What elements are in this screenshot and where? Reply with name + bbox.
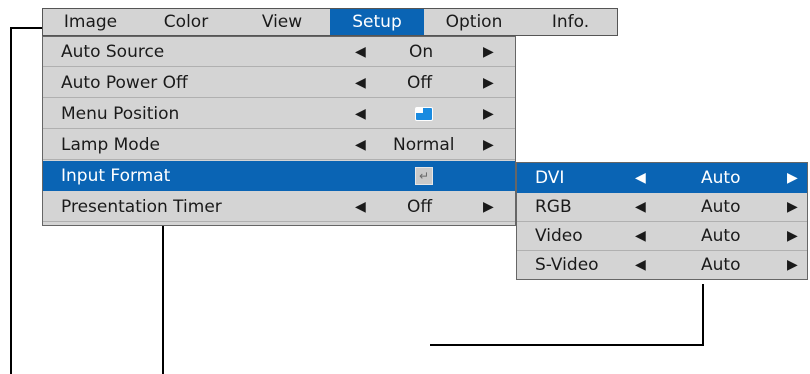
tab-option[interactable]: Option — [424, 9, 524, 35]
submenu-item-label: Video — [535, 226, 583, 246]
menu-item-value: On — [409, 42, 434, 62]
menu-item-auto-source[interactable]: Auto Source ◀ On ▶ — [43, 37, 515, 67]
menu-item-value: Off — [407, 73, 433, 93]
right-arrow-icon[interactable]: ▶ — [787, 199, 798, 215]
menu-item-label: Menu Position — [61, 104, 180, 124]
right-arrow-icon[interactable]: ▶ — [483, 199, 494, 215]
tab-setup-label: Setup — [352, 12, 402, 32]
right-arrow-icon[interactable]: ▶ — [787, 170, 798, 186]
right-arrow-icon[interactable]: ▶ — [787, 257, 798, 273]
left-arrow-icon[interactable]: ◀ — [355, 75, 366, 91]
submenu-item-label: RGB — [535, 197, 572, 217]
left-arrow-icon[interactable]: ◀ — [355, 44, 366, 60]
submenu-item-dvi[interactable]: DVI ◀ Auto ▶ — [517, 163, 807, 193]
enter-icon[interactable]: ↵ — [415, 167, 433, 185]
menu-item-lamp-mode[interactable]: Lamp Mode ◀ Normal ▶ — [43, 130, 515, 160]
menu-bar: Image Color View Setup Option Info. — [42, 8, 618, 36]
left-arrow-icon[interactable]: ◀ — [635, 199, 646, 215]
menu-position-icon — [415, 107, 433, 121]
right-arrow-icon[interactable]: ▶ — [483, 75, 494, 91]
menu-item-menu-position[interactable]: Menu Position ◀ ▶ — [43, 99, 515, 129]
setup-menu: Auto Source ◀ On ▶ Auto Power Off ◀ Off … — [42, 36, 516, 226]
menu-item-label: Presentation Timer — [61, 197, 222, 217]
menu-item-auto-power-off[interactable]: Auto Power Off ◀ Off ▶ — [43, 68, 515, 98]
tab-view[interactable]: View — [234, 9, 330, 35]
submenu-item-s-video[interactable]: S-Video ◀ Auto ▶ — [517, 250, 807, 280]
submenu-item-value: Auto — [701, 197, 741, 217]
submenu-item-value: Auto — [701, 255, 741, 275]
right-arrow-icon[interactable]: ▶ — [483, 137, 494, 153]
left-arrow-icon[interactable]: ◀ — [635, 257, 646, 273]
left-arrow-icon[interactable]: ◀ — [355, 106, 366, 122]
submenu-item-label: S-Video — [535, 255, 599, 275]
menu-item-value: Normal — [393, 135, 455, 155]
submenu-item-video[interactable]: Video ◀ Auto ▶ — [517, 221, 807, 251]
tab-info[interactable]: Info. — [524, 9, 617, 35]
right-arrow-icon[interactable]: ▶ — [787, 228, 798, 244]
input-format-submenu: DVI ◀ Auto ▶ RGB ◀ Auto ▶ Video ◀ Auto ▶… — [516, 162, 808, 280]
right-arrow-icon[interactable]: ▶ — [483, 44, 494, 60]
menu-item-label: Input Format — [61, 166, 171, 186]
tab-setup[interactable]: Setup — [330, 9, 424, 35]
tab-image[interactable]: Image — [43, 9, 138, 35]
callout-line-main-menu — [162, 222, 164, 374]
callout-line-menu-bar-horizontal — [10, 27, 43, 29]
left-arrow-icon[interactable]: ◀ — [355, 199, 366, 215]
left-arrow-icon[interactable]: ◀ — [635, 228, 646, 244]
tab-color-label: Color — [163, 12, 209, 32]
callout-line-submenu-horizontal — [430, 344, 704, 346]
tab-option-label: Option — [445, 12, 503, 32]
callout-line-submenu-vertical — [702, 284, 704, 346]
tab-info-label: Info. — [551, 12, 590, 32]
tab-view-label: View — [261, 12, 303, 32]
right-arrow-icon[interactable]: ▶ — [483, 106, 494, 122]
submenu-item-label: DVI — [535, 168, 565, 188]
tab-image-label: Image — [63, 12, 118, 32]
menu-item-label: Auto Source — [61, 42, 165, 62]
submenu-item-value: Auto — [701, 226, 741, 246]
menu-item-presentation-timer[interactable]: Presentation Timer ◀ Off ▶ — [43, 192, 515, 222]
submenu-item-value: Auto — [701, 168, 741, 188]
menu-item-label: Auto Power Off — [61, 73, 188, 93]
menu-item-input-format[interactable]: Input Format ↵ — [43, 161, 515, 191]
menu-item-label: Lamp Mode — [61, 135, 160, 155]
left-arrow-icon[interactable]: ◀ — [355, 137, 366, 153]
submenu-item-rgb[interactable]: RGB ◀ Auto ▶ — [517, 192, 807, 222]
tab-color[interactable]: Color — [138, 9, 234, 35]
callout-line-menu-bar-vertical — [10, 27, 12, 374]
left-arrow-icon[interactable]: ◀ — [635, 170, 646, 186]
menu-item-value: Off — [407, 197, 433, 217]
